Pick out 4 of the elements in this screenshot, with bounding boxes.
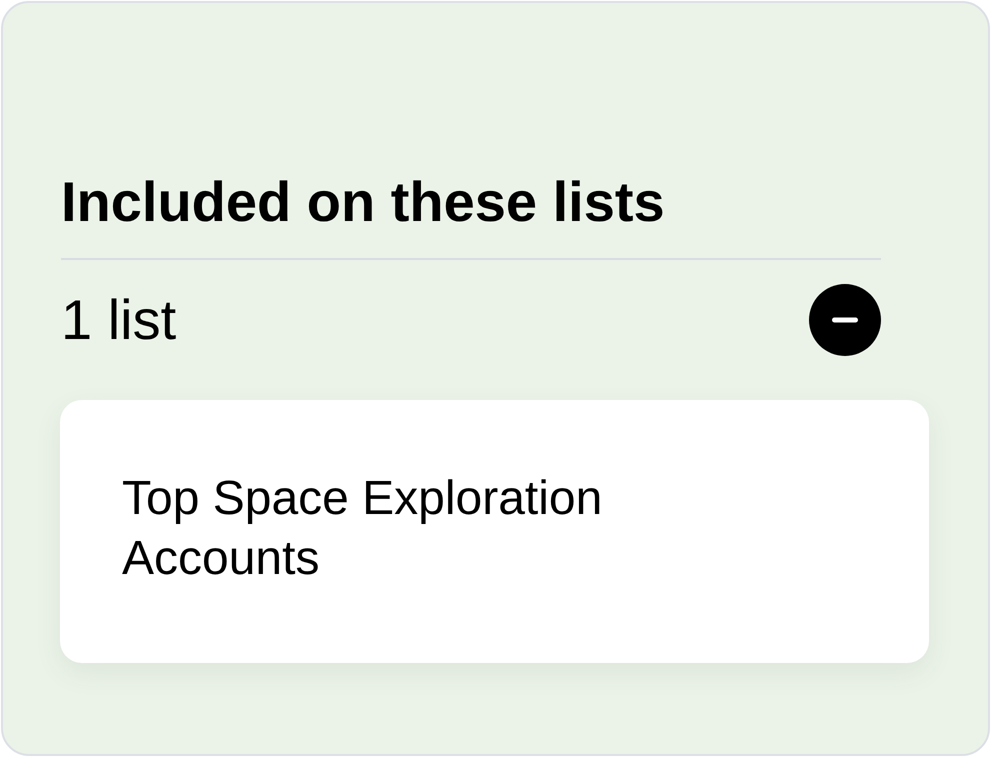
minus-icon [832,317,858,323]
list-count: 1 list [61,288,176,352]
section-title: Included on these lists [61,170,665,234]
list-link[interactable]: Top Space Exploration Accounts [60,400,929,663]
